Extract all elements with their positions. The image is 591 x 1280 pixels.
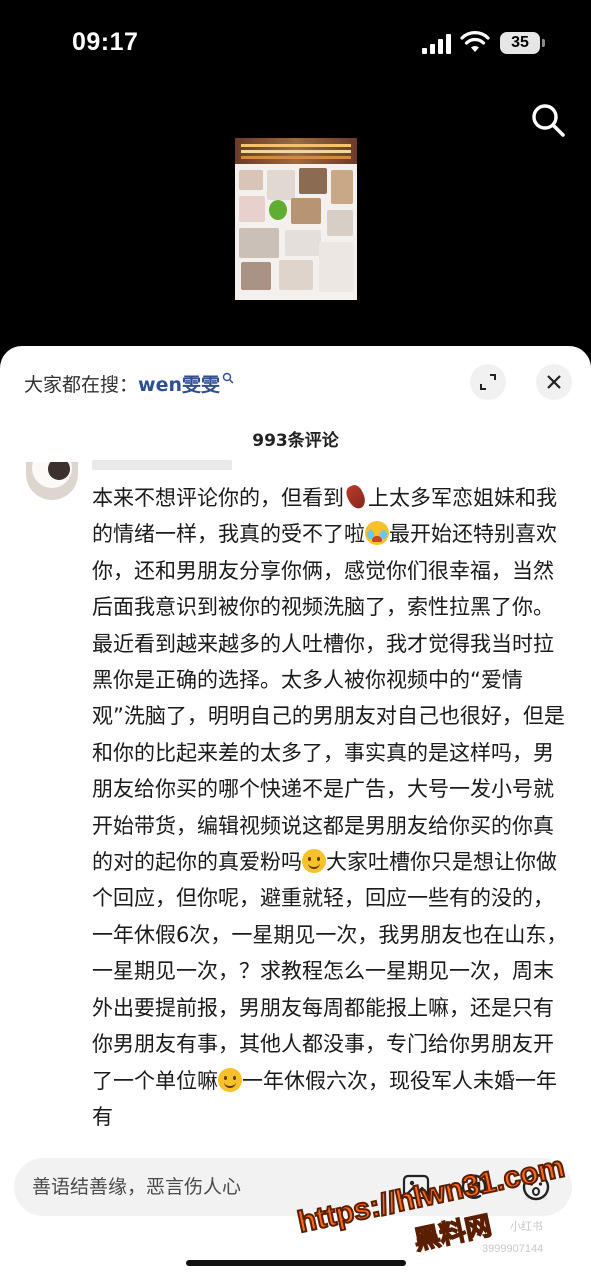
search-icon[interactable]: [528, 100, 568, 140]
comment-username[interactable]: [92, 460, 232, 470]
comment-input-bar: [14, 1158, 572, 1216]
emoji-icon[interactable]: [520, 1171, 552, 1203]
comment-input[interactable]: [32, 1158, 332, 1216]
status-time: 09:17: [72, 28, 139, 56]
signal-icon: [422, 34, 452, 54]
platform-watermark: 小红书: [510, 1221, 543, 1233]
comment-text-segment: 本来不想评论你的，但看到: [92, 486, 344, 510]
small-search-icon: [222, 372, 234, 384]
close-button[interactable]: [536, 364, 572, 400]
sweet-potato-emoji: [343, 482, 369, 512]
hot-search-keyword[interactable]: wen雯雯: [138, 374, 220, 396]
smile-face-emoji: [302, 849, 326, 874]
home-indicator[interactable]: [186, 1260, 406, 1266]
mention-icon[interactable]: [458, 1171, 490, 1203]
battery-nub: [542, 39, 545, 47]
crying-face-emoji: [365, 521, 389, 546]
hot-search-banner[interactable]: 大家都在搜：wen雯雯: [24, 370, 234, 397]
comment-text: 本来不想评论你的，但看到 上太多军恋姐妹和我的情绪一样，我真的受不了啦 最开始还特别…: [92, 480, 572, 1135]
status-bar: 09:17 35: [0, 0, 591, 90]
hot-search-prefix: 大家都在搜：: [24, 374, 139, 396]
comments-sheet: 大家都在搜：wen雯雯 993条评论 本来不想评论你的，但看到 上太多军恋姐妹和我…: [0, 346, 591, 1280]
image-icon[interactable]: [400, 1171, 432, 1203]
comment-count: 993条评论: [252, 431, 339, 451]
platform-id-watermark: 3999907144: [482, 1243, 544, 1255]
expand-button[interactable]: [470, 364, 506, 400]
wifi-icon: [460, 31, 490, 52]
video-thumbnail-banner: [235, 138, 357, 164]
comment-text-segment: 大家吐槽你只是想让你做个回应，但你呢，避重就轻，回应一些有的没的，一年休假6次，…: [92, 850, 568, 1093]
avatar[interactable]: [26, 462, 78, 500]
expand-icon: [480, 374, 496, 390]
comment-text-segment: 最开始还特别喜欢你，还和男朋友分享你俩，感觉你们很幸福，当然后面我意识到被你的视…: [92, 522, 565, 875]
battery-indicator: 35: [500, 32, 540, 54]
close-icon: [547, 375, 561, 389]
smile-face-emoji: [218, 1067, 242, 1092]
video-thumbnail[interactable]: [235, 138, 357, 300]
